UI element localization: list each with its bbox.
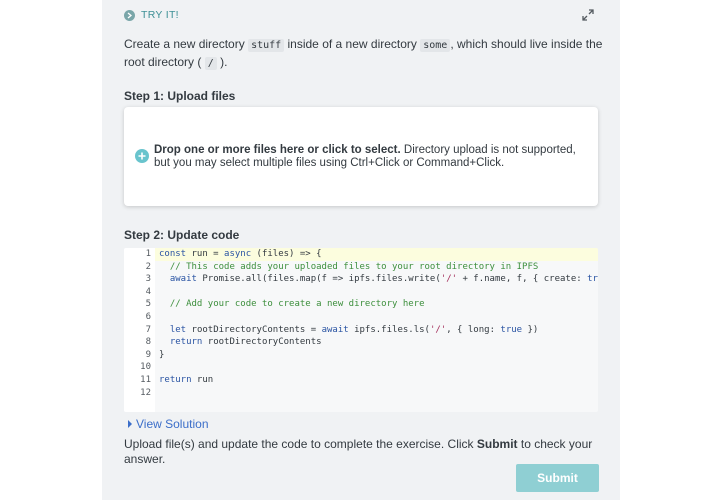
plus-icon	[135, 149, 149, 163]
expand-icon[interactable]	[582, 8, 594, 21]
try-it-label: TRY IT!	[141, 9, 179, 21]
chevron-right-icon	[124, 9, 135, 21]
exercise-hint: Upload file(s) and update the code to co…	[124, 437, 593, 466]
inline-code-some: some	[420, 39, 451, 52]
step1-title: Step 1: Upload files	[124, 89, 236, 103]
dropzone-instruction: Drop one or more files here or click to …	[154, 144, 401, 156]
file-dropzone[interactable]: Drop one or more files here or click to …	[124, 107, 598, 206]
code-content[interactable]: const run = async (files) => { // This c…	[159, 248, 598, 387]
code-editor[interactable]: 1 2 3 4 5 6 7 8 9 10 11 12 const run = a…	[124, 248, 598, 412]
line-numbers: 1 2 3 4 5 6 7 8 9 10 11 12	[140, 249, 151, 398]
inline-code-root: /	[204, 57, 217, 70]
view-solution-label: View Solution	[136, 417, 209, 431]
view-solution-link[interactable]: View Solution	[128, 417, 209, 431]
inline-code-stuff: stuff	[248, 39, 285, 52]
exercise-prompt: Create a new directory stuff inside of a…	[124, 37, 603, 70]
step2-title: Step 2: Update code	[124, 228, 240, 242]
caret-right-icon	[128, 420, 132, 428]
submit-button[interactable]: Submit	[516, 464, 599, 492]
try-it-header: TRY IT!	[124, 8, 179, 22]
dropzone-text: Drop one or more files here or click to …	[154, 144, 590, 170]
